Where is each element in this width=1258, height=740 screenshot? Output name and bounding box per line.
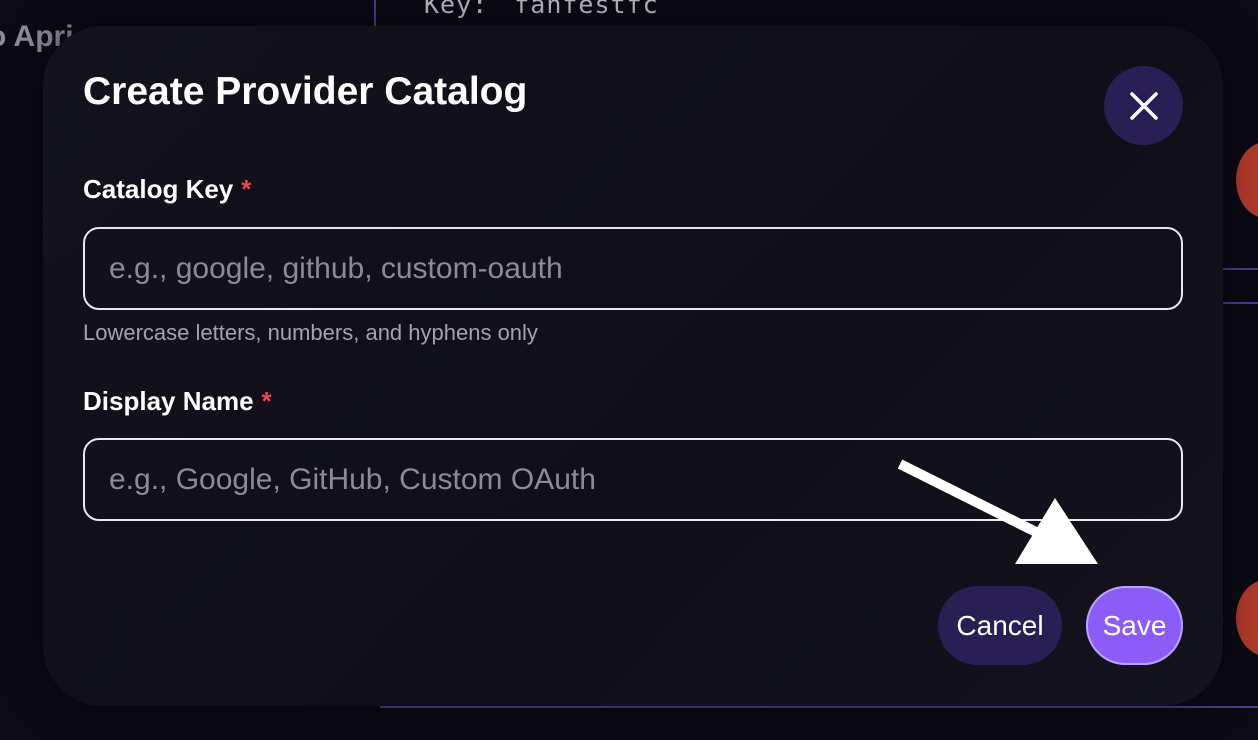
dialog-title: Create Provider Catalog — [83, 70, 528, 113]
background-key-text: Key: fanfestfc — [424, 0, 659, 19]
app-screen: Key:fanfestfc o Apri Create Provider Cat… — [0, 0, 1258, 740]
display-name-input[interactable] — [83, 438, 1183, 521]
required-marker: * — [261, 386, 272, 416]
display-name-label: Display Name * — [83, 386, 272, 417]
background-divider — [380, 706, 1258, 708]
catalog-key-label: Catalog Key * — [83, 174, 251, 205]
catalog-key-hint: Lowercase letters, numbers, and hyphens … — [83, 320, 538, 345]
close-icon — [1129, 91, 1158, 120]
catalog-key-input[interactable] — [83, 227, 1183, 310]
background-key-value: fanfestfc — [514, 0, 659, 19]
save-button[interactable]: Save — [1086, 586, 1183, 665]
close-button[interactable] — [1104, 66, 1183, 145]
catalog-key-label-text: Catalog Key — [83, 174, 234, 204]
background-action-button[interactable] — [1236, 580, 1258, 656]
create-provider-catalog-dialog: Create Provider Catalog Catalog Key* Low… — [43, 26, 1223, 706]
display-name-label-text: Display Name — [83, 386, 254, 416]
background-key-label: Key: — [424, 0, 489, 19]
required-marker: * — [241, 174, 252, 204]
background-action-button[interactable] — [1236, 142, 1258, 218]
cancel-button[interactable]: Cancel — [938, 586, 1062, 665]
